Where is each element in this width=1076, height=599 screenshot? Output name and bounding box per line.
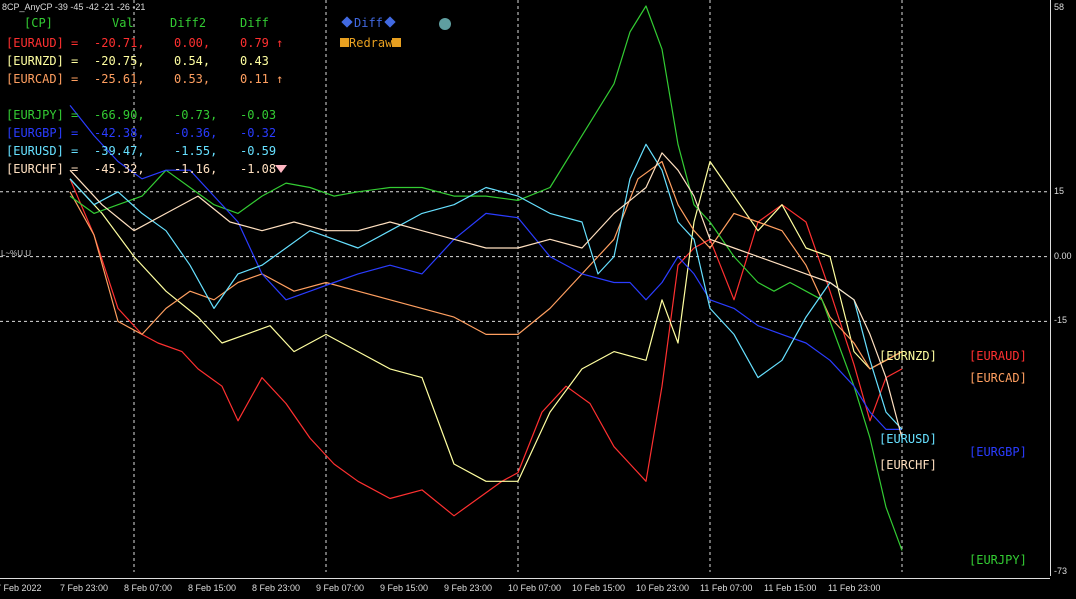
series-line-eurcad: [69, 160, 903, 370]
down-arrow-icon: [275, 165, 287, 173]
table-row-diff: -1.08: [240, 162, 277, 176]
legend-eurnzd: [EURNZD]: [879, 349, 937, 363]
legend-eurcad: [EURCAD]: [969, 371, 1027, 385]
table-row-pair: [EURGBP] =: [6, 126, 79, 140]
x-tick-label: 11 Feb 15:00: [764, 583, 817, 593]
table-row-diff: -0.03: [240, 108, 277, 122]
x-tick-label: 9 Feb 07:00: [316, 583, 365, 593]
x-tick-label: 7 Feb 23:00: [60, 583, 109, 593]
table-row-pair: [EURUSD] =: [6, 144, 79, 158]
legend-eurgbp: [EURGBP]: [969, 445, 1027, 459]
diff-button[interactable]: Diff: [340, 16, 397, 30]
x-tick-label: 8 Feb 07:00: [124, 583, 173, 593]
table-row-diff: -0.32: [240, 126, 277, 140]
window-title: 8CP_AnyCP -39 -45 -42 -21 -26 -21: [2, 2, 146, 12]
x-tick-label: 7 Feb 2022: [0, 583, 42, 593]
table-row-diff: -0.59: [240, 144, 277, 158]
table-row-val: -66.90,: [94, 108, 145, 122]
circle-toggle-button[interactable]: [439, 18, 451, 30]
diff-button-label: Diff: [354, 16, 383, 30]
table-row-pair: [EURCAD] =: [6, 72, 79, 86]
table-header-cp: [CP]: [24, 16, 53, 30]
diamond-icon: [341, 16, 353, 28]
table-header-diff2: Diff2: [170, 16, 207, 30]
chart-canvas: [0, 0, 1051, 579]
square-icon: [392, 38, 402, 47]
table-row-pair: [EURCHF] =: [6, 162, 79, 176]
table-row-diff2: -0.36,: [174, 126, 218, 140]
x-tick-label: 9 Feb 15:00: [380, 583, 429, 593]
level-label: L~%U.U: [1, 249, 32, 258]
redraw-button-label: Redraw: [349, 36, 393, 50]
table-row-pair: [EURNZD] =: [6, 54, 79, 68]
table-header-diff: Diff: [240, 16, 269, 30]
square-icon: [340, 38, 349, 47]
y-tick-label: 58: [1054, 2, 1065, 12]
table-header-val: Val: [112, 16, 134, 30]
x-tick-label: 8 Feb 23:00: [252, 583, 301, 593]
legend-eurchf: [EURCHF]: [879, 458, 937, 472]
table-row-val: -45.32,: [94, 162, 145, 176]
x-tick-label: 11 Feb 07:00: [700, 583, 753, 593]
y-tick-label: 15: [1054, 185, 1065, 196]
x-tick-label: 10 Feb 07:00: [508, 583, 562, 593]
diamond-icon: [384, 16, 396, 28]
table-row-val: -20.75,: [94, 54, 145, 68]
x-tick-label: 10 Feb 15:00: [572, 583, 626, 593]
table-row-val: -39.47,: [94, 144, 145, 158]
y-tick-label: 0.00: [1054, 250, 1072, 261]
table-row-val: -20.71,: [94, 36, 145, 50]
table-row-diff: 0.11 ↑: [240, 72, 284, 86]
table-row-pair: [EURJPY] =: [6, 108, 79, 122]
x-tick-label: 9 Feb 23:00: [444, 583, 493, 593]
grid: [0, 0, 1051, 579]
table-row-val: -42.38,: [94, 126, 145, 140]
legend-eurjpy: [EURJPY]: [969, 553, 1027, 567]
y-tick-label: -15: [1054, 315, 1068, 326]
table-row-diff2: 0.53,: [174, 72, 211, 86]
table-row-diff2: 0.54,: [174, 54, 211, 68]
table-row-pair: [EURAUD] =: [6, 36, 79, 50]
redraw-button[interactable]: Redraw: [340, 36, 402, 50]
table-row-diff: 0.43: [240, 54, 269, 68]
y-tick-label: -73: [1054, 566, 1068, 576]
legend-eurusd: [EURUSD]: [879, 432, 937, 446]
legend-euraud: [EURAUD]: [969, 349, 1027, 363]
table-row-diff: 0.79 ↑: [240, 36, 284, 50]
table-row-diff2: -1.55,: [174, 144, 218, 158]
x-tick-label: 8 Feb 15:00: [188, 583, 237, 593]
table-row-diff2: -1.16,: [174, 162, 218, 176]
table-row-val: -25.61,: [94, 72, 145, 86]
table-row-diff2: 0.00,: [174, 36, 211, 50]
x-tick-label: 11 Feb 23:00: [828, 583, 881, 593]
series-line-eurusd: [69, 143, 903, 430]
x-tick-label: 10 Feb 23:00: [636, 583, 690, 593]
table-row-diff2: -0.73,: [174, 108, 218, 122]
